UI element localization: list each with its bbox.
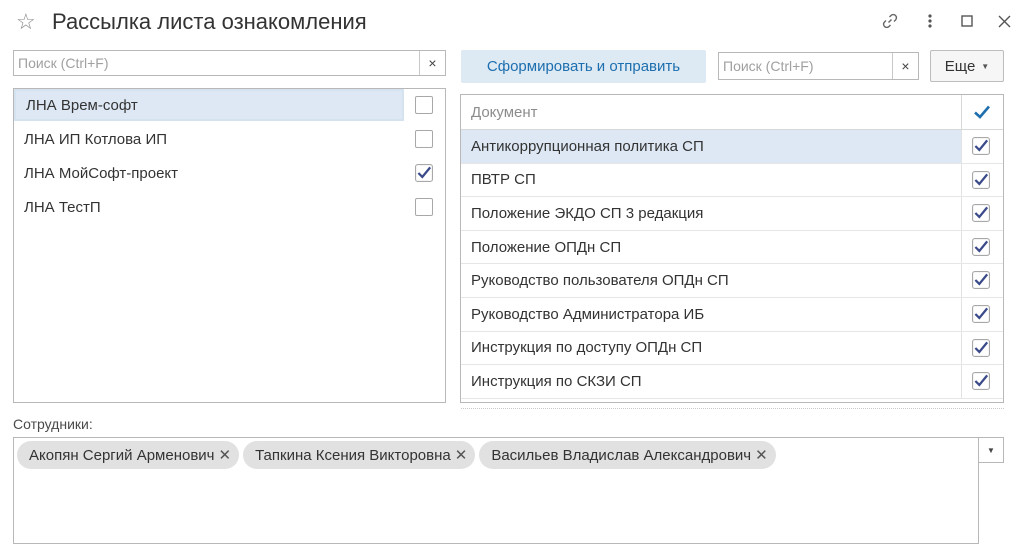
check-icon: [972, 304, 990, 323]
remove-tag-icon[interactable]: ✕: [755, 448, 768, 463]
list-item-label: ЛНА МойСофт-проект: [24, 164, 179, 182]
list-item-checkbox[interactable]: [415, 130, 433, 148]
table-row[interactable]: Инструкция по доступу ОПДн СП: [461, 331, 1003, 366]
table-row[interactable]: Положение ОПДн СП: [461, 230, 1003, 265]
check-icon: [972, 237, 990, 256]
check-icon: [972, 338, 990, 357]
check-icon: [415, 164, 433, 182]
list-item[interactable]: ЛНА Врем-софт: [14, 89, 445, 123]
table-body: Антикоррупционная политика СП ПВТР СП По…: [461, 130, 1003, 399]
employees-field[interactable]: Акопян Сергий Арменович ✕ Тапкина Ксения…: [13, 437, 979, 544]
employees-dropdown-button[interactable]: ▼: [978, 437, 1004, 463]
document-checkbox[interactable]: [972, 137, 990, 155]
table-row[interactable]: Инструкция по СКЗИ СП: [461, 365, 1003, 399]
send-button[interactable]: Сформировать и отправить: [461, 50, 706, 83]
remove-tag-icon[interactable]: ✕: [455, 448, 468, 463]
document-name: Положение ЭКДО СП 3 редакция: [471, 204, 704, 222]
document-name: Руководство пользователя ОПДн СП: [471, 272, 729, 290]
document-checkbox[interactable]: [972, 271, 990, 290]
lna-list: ЛНА Врем-софт ЛНА ИП Котлова ИП ЛНА МойС…: [13, 88, 446, 403]
document-name: Руководство Администратора ИБ: [471, 305, 705, 323]
document-checkbox[interactable]: [972, 372, 990, 391]
column-header-document[interactable]: Документ: [471, 104, 538, 121]
document-name: ПВТР СП: [471, 171, 536, 189]
employee-tag-label: Васильев Владислав Александрович: [491, 446, 752, 464]
document-checkbox[interactable]: [972, 338, 990, 357]
left-search-field: ×: [13, 50, 446, 76]
more-button-label: Еще: [944, 57, 976, 75]
documents-table: Документ Антикоррупционная политика СП П…: [460, 94, 1004, 403]
right-search-clear-button[interactable]: ×: [892, 53, 918, 79]
list-item-checkbox[interactable]: [415, 96, 433, 114]
list-item[interactable]: ЛНА ТестП: [14, 191, 445, 225]
list-item-label: ЛНА ТестП: [24, 198, 101, 216]
close-icon[interactable]: [993, 10, 1015, 32]
document-name: Инструкция по СКЗИ СП: [471, 372, 642, 390]
list-item[interactable]: ЛНА ИП Котлова ИП: [14, 123, 445, 157]
table-header: Документ: [461, 95, 1003, 130]
employee-tag-label: Тапкина Ксения Викторовна: [255, 446, 451, 464]
check-icon: [972, 204, 990, 223]
more-vertical-icon[interactable]: [919, 10, 941, 32]
right-search-input[interactable]: [723, 57, 891, 75]
table-row[interactable]: Руководство пользователя ОПДн СП: [461, 264, 1003, 298]
check-icon: [972, 137, 990, 155]
document-name: Антикоррупционная политика СП: [461, 130, 961, 163]
chevron-down-icon: ▼: [981, 61, 990, 71]
link-icon[interactable]: [879, 10, 901, 32]
document-checkbox[interactable]: [972, 204, 990, 223]
page-title: Рассылка листа ознакомления: [52, 9, 367, 34]
employees-label: Сотрудники:: [13, 416, 93, 432]
check-icon: [972, 372, 990, 391]
table-row[interactable]: Антикоррупционная политика СП: [461, 130, 1003, 164]
list-item-label: ЛНА Врем-софт: [14, 89, 404, 121]
table-row[interactable]: Положение ЭКДО СП 3 редакция: [461, 197, 1003, 231]
left-search-clear-button[interactable]: ×: [419, 51, 445, 75]
employee-tags: Акопян Сергий Арменович ✕ Тапкина Ксения…: [17, 441, 776, 469]
table-row[interactable]: ПВТР СП: [461, 163, 1003, 198]
list-item[interactable]: ЛНА МойСофт-проект: [14, 157, 445, 191]
document-checkbox[interactable]: [972, 170, 990, 189]
title-bar: ☆ Рассылка листа ознакомления: [0, 0, 1024, 44]
maximize-icon[interactable]: [956, 10, 978, 32]
document-name: Инструкция по доступу ОПДн СП: [471, 339, 703, 357]
employee-tag-label: Акопян Сергий Арменович: [29, 446, 215, 464]
list-item-checkbox[interactable]: [415, 198, 433, 216]
right-search-field: ×: [718, 52, 919, 80]
divider: [461, 408, 1004, 409]
check-icon: [972, 271, 990, 290]
document-checkbox[interactable]: [972, 304, 990, 323]
document-checkbox[interactable]: [972, 237, 990, 256]
employee-tag: Акопян Сергий Арменович ✕: [17, 441, 240, 469]
check-icon: [972, 170, 990, 189]
left-search-input[interactable]: [18, 54, 418, 72]
chevron-down-icon: ▼: [987, 445, 995, 455]
star-icon[interactable]: ☆: [16, 10, 40, 34]
list-item-checkbox[interactable]: [415, 164, 433, 182]
employee-tag: Васильев Владислав Александрович ✕: [479, 441, 776, 469]
list-item-label: ЛНА ИП Котлова ИП: [24, 130, 168, 148]
document-name: Положение ОПДн СП: [471, 238, 622, 256]
employee-tag: Тапкина Ксения Викторовна ✕: [243, 441, 476, 469]
table-row[interactable]: Руководство Администратора ИБ: [461, 297, 1003, 332]
check-all-icon[interactable]: [973, 103, 991, 121]
more-button[interactable]: Еще ▼: [930, 50, 1004, 82]
remove-tag-icon[interactable]: ✕: [218, 448, 231, 463]
